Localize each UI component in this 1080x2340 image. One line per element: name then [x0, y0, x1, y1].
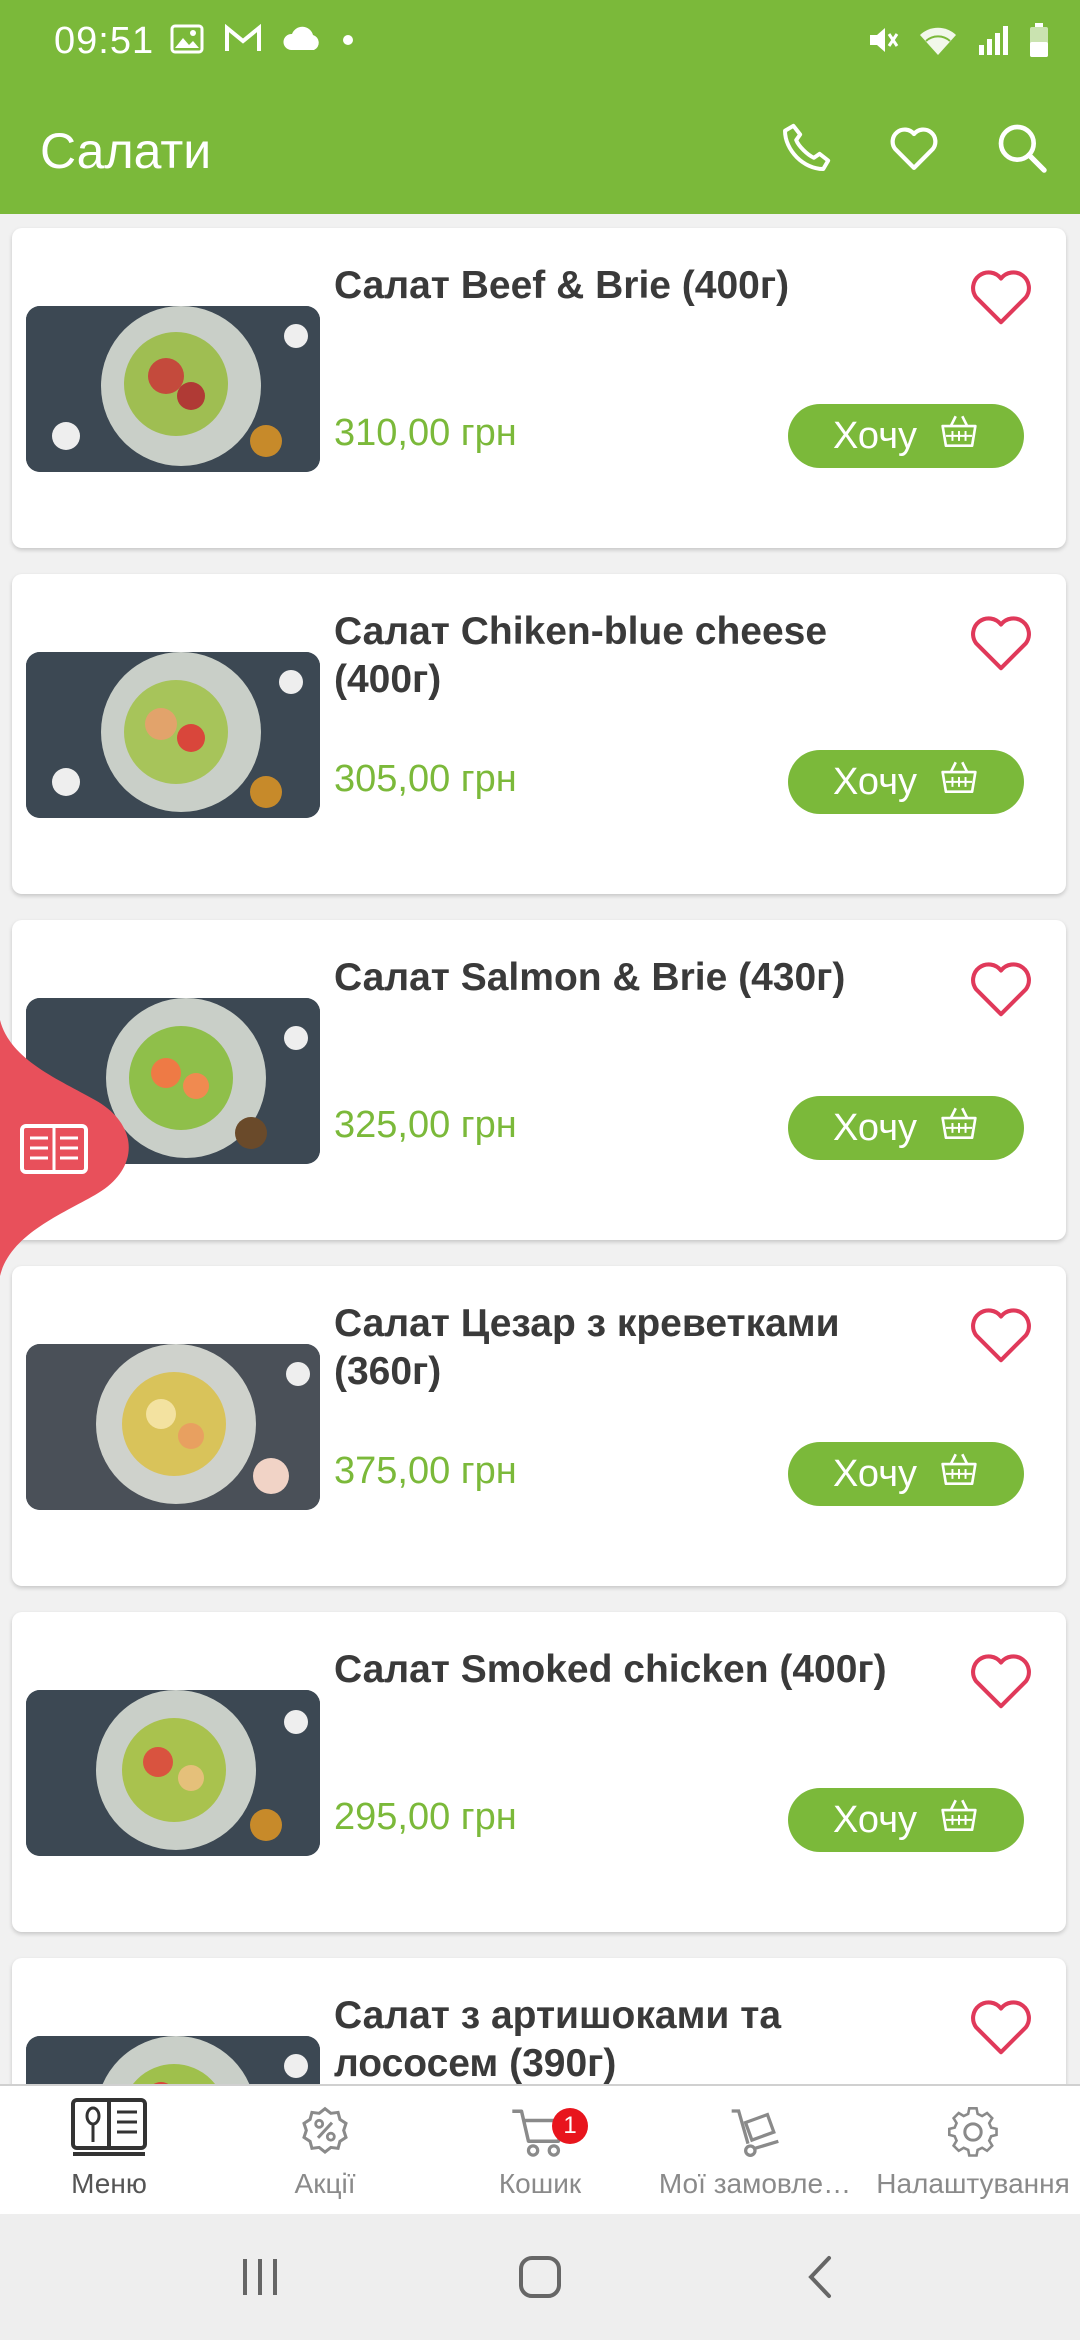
phone-icon[interactable]	[772, 114, 840, 182]
gmail-icon	[224, 23, 262, 59]
cart-count-badge: 1	[552, 2108, 588, 2144]
product-card[interactable]: Салат Smoked chicken (400г) 295,00 грн Х…	[12, 1612, 1066, 1932]
nav-label: Меню	[71, 2168, 147, 2199]
cloud-icon	[282, 26, 322, 57]
product-name[interactable]: Салат Chiken-blue cheese (400г)	[334, 608, 914, 704]
product-name[interactable]: Салат Beef & Brie (400г)	[334, 262, 914, 310]
product-card[interactable]: Салат Salmon & Brie (430г) 325,00 грн Хо…	[12, 920, 1066, 1240]
product-card[interactable]: Салат Chiken-blue cheese (400г) 305,00 г…	[12, 574, 1066, 894]
product-name[interactable]: Салат з артишоками та лососем (390г)	[334, 1992, 914, 2084]
menu-book-icon	[69, 2086, 149, 2160]
status-bar: 09:51	[0, 0, 1080, 84]
heart-icon[interactable]	[880, 114, 948, 182]
product-price: 310,00 грн	[334, 412, 517, 454]
want-button[interactable]: Хочу	[788, 750, 1024, 814]
battery-icon	[1028, 22, 1050, 63]
discount-icon	[297, 2086, 353, 2160]
nav-item-promotions[interactable]: Акції	[250, 2086, 400, 2216]
orders-icon	[727, 2086, 783, 2160]
dot-icon	[342, 33, 354, 51]
side-menu-tab[interactable]	[0, 1020, 130, 1276]
want-button[interactable]: Хочу	[788, 404, 1024, 468]
nav-label: Кошик	[498, 2168, 582, 2199]
nav-label: Акції	[294, 2168, 356, 2199]
want-button-label: Хочу	[832, 760, 917, 803]
nav-item-my-orders[interactable]: Мої замовле…	[650, 2086, 860, 2216]
signal-icon	[976, 23, 1010, 62]
app-bar: Салати	[0, 84, 1080, 214]
system-navigation-bar	[0, 2214, 1080, 2340]
back-icon[interactable]	[786, 2244, 856, 2310]
gear-icon	[945, 2086, 1001, 2160]
product-name[interactable]: Салат Smoked chicken (400г)	[334, 1646, 914, 1694]
product-card[interactable]: Салат Beef & Brie (400г) 310,00 грн Хочу	[12, 228, 1066, 548]
nav-label: Мої замовле…	[658, 2168, 852, 2199]
product-image[interactable]	[26, 306, 320, 472]
favorite-heart-icon[interactable]	[966, 264, 1036, 328]
basket-icon	[939, 1797, 979, 1843]
favorite-heart-icon[interactable]	[966, 1994, 1036, 2058]
search-icon[interactable]	[988, 114, 1056, 182]
favorite-heart-icon[interactable]	[966, 610, 1036, 674]
product-image[interactable]	[26, 652, 320, 818]
product-image[interactable]	[26, 1344, 320, 1510]
basket-icon	[939, 1105, 979, 1151]
basket-icon	[939, 1451, 979, 1497]
nav-item-menu[interactable]: Меню	[34, 2086, 184, 2216]
nav-item-cart[interactable]: 1 Кошик	[465, 2086, 615, 2216]
product-name[interactable]: Салат Salmon & Brie (430г)	[334, 954, 914, 1002]
product-price: 325,00 грн	[334, 1104, 517, 1146]
product-list[interactable]: Салат Beef & Brie (400г) 310,00 грн Хочу…	[0, 214, 1080, 2084]
favorite-heart-icon[interactable]	[966, 956, 1036, 1020]
want-button-label: Хочу	[832, 1798, 917, 1841]
bottom-navigation: Меню Акції 1 Кошик Мої замовле… Налаштув…	[0, 2084, 1080, 2214]
nav-item-settings[interactable]: Налаштування	[868, 2086, 1078, 2216]
image-icon	[170, 24, 204, 59]
product-price: 375,00 грн	[334, 1450, 517, 1492]
status-time: 09:51	[54, 20, 155, 62]
product-price: 305,00 грн	[334, 758, 517, 800]
favorite-heart-icon[interactable]	[966, 1648, 1036, 1712]
product-card[interactable]: Салат Цезар з креветками (360г) 375,00 г…	[12, 1266, 1066, 1586]
page-title: Салати	[40, 123, 212, 179]
product-image[interactable]	[26, 2036, 320, 2084]
product-price: 295,00 грн	[334, 1796, 517, 1838]
product-name[interactable]: Салат Цезар з креветками (360г)	[334, 1300, 914, 1396]
want-button[interactable]: Хочу	[788, 1096, 1024, 1160]
favorite-heart-icon[interactable]	[966, 1302, 1036, 1366]
home-icon[interactable]	[505, 2244, 575, 2310]
want-button[interactable]: Хочу	[788, 1442, 1024, 1506]
nav-label: Налаштування	[876, 2168, 1070, 2199]
mute-icon	[866, 23, 900, 62]
recent-apps-icon[interactable]	[225, 2244, 295, 2310]
cart-icon: 1	[510, 2086, 588, 2160]
wifi-icon	[918, 23, 958, 62]
basket-icon	[939, 759, 979, 805]
want-button-label: Хочу	[832, 1452, 917, 1495]
product-card[interactable]: Салат з артишоками та лососем (390г)	[12, 1958, 1066, 2084]
want-button[interactable]: Хочу	[788, 1788, 1024, 1852]
product-image[interactable]	[26, 1690, 320, 1856]
basket-icon	[939, 413, 979, 459]
want-button-label: Хочу	[832, 1106, 917, 1149]
want-button-label: Хочу	[832, 414, 917, 457]
